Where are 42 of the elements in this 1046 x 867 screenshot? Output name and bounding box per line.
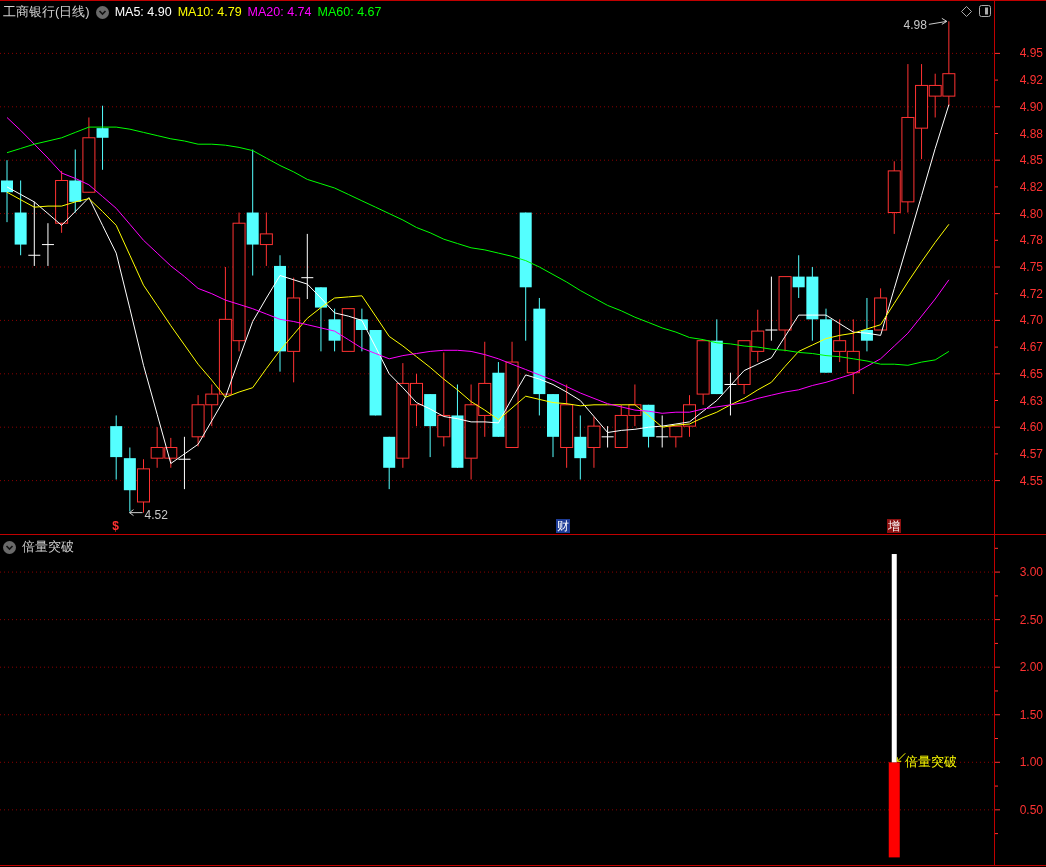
axis-label: 4.65 [1019,366,1043,381]
legend-item: MA20: 4.74 [247,5,312,19]
axis-label: 4.67 [1019,340,1043,355]
diamond-icon[interactable] [961,6,972,17]
axis-label: 4.92 [1019,73,1043,88]
dropdown-icon[interactable] [95,5,109,19]
leader-line [896,752,906,762]
price-label: 4.98 [903,18,927,33]
legend-item: MA5: 4.90 [114,5,172,19]
signal-label: 倍量突破 [905,754,958,770]
axis-label: 4.70 [1019,313,1043,328]
axis-label: 4.57 [1019,446,1043,461]
axis-label: 4.85 [1019,153,1043,168]
axis-label: 4.78 [1019,233,1043,248]
axis-label: 4.72 [1019,286,1043,301]
legend-item: MA60: 4.67 [317,5,382,19]
axis-label: 4.82 [1019,179,1043,194]
chart-title: 工商银行(日线) [3,3,90,21]
indicator-title: 倍量突破 [22,538,74,556]
axis-label: 2.00 [1019,660,1043,675]
event-marker[interactable]: 财 [555,519,570,533]
axis-label: 4.80 [1019,206,1043,221]
leader-line [129,509,143,517]
axis-label: 4.60 [1019,420,1043,435]
axis-label: 1.50 [1019,707,1043,722]
axis-label: 4.55 [1019,473,1043,488]
panel-toggle-icon[interactable] [979,5,991,17]
axis-label: 0.50 [1019,802,1043,817]
axis-label: 4.75 [1019,260,1043,274]
axis-label: 4.90 [1019,99,1043,114]
axis-label: 4.95 [1019,46,1043,61]
event-marker[interactable]: $ [112,519,119,533]
axis-label: 4.63 [1019,393,1043,408]
price-label: 4.52 [144,507,168,522]
axis-label: 2.50 [1019,612,1043,627]
legend-item: MA10: 4.79 [177,5,242,19]
event-marker[interactable]: 增 [887,519,902,533]
axis-label: 3.00 [1019,565,1043,580]
axis-label: 1.00 [1019,755,1043,770]
dropdown-icon[interactable] [3,540,16,554]
leader-line [928,17,948,25]
axis-label: 4.88 [1019,126,1043,141]
